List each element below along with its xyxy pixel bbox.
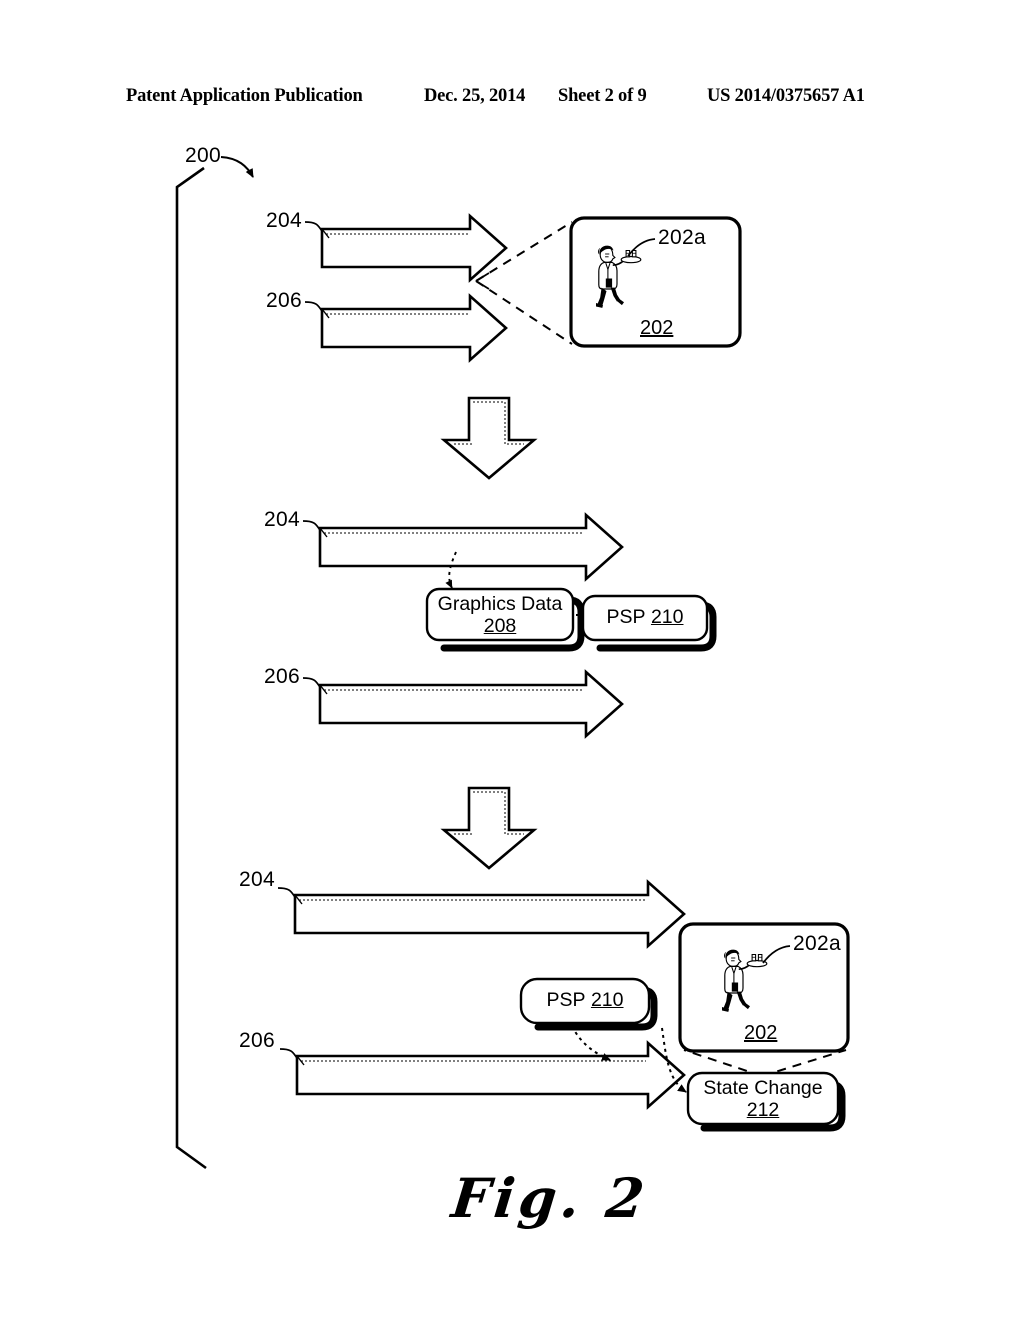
psp-stage2-title: PSP [606,606,646,628]
box-label-state-change: State Change 212 [688,1077,838,1122]
ref-label-206-stage3: 206 [239,1029,275,1052]
ref-label-200: 200 [185,144,221,167]
figure-drawing [175,156,850,1170]
ref-label-204-stage3: 204 [239,868,275,891]
leader-206-stage1 [304,301,323,312]
leader-204-stage1 [304,221,323,232]
block-arrow-204-stage3 [293,879,686,949]
leader-206-stage2 [302,677,321,688]
leader-204-stage2 [302,520,321,531]
block-arrow-206-stage3 [295,1040,686,1110]
ref-label-204-stage2: 204 [264,508,300,531]
block-arrow-206-stage2 [318,669,624,739]
leader-204-stage3 [277,887,296,898]
ref-label-202a-bottom: 202a [793,932,841,955]
ref-label-202-top: 202 [640,317,674,339]
ref-label-204-stage1: 204 [266,209,302,232]
ref-label-206-stage2: 206 [264,665,300,688]
psp-stage3-ref: 210 [590,989,624,1011]
block-arrow-204-stage1 [320,213,508,283]
transition-arrow-2 [440,786,538,870]
figure-caption: Fig. 2 [448,1166,652,1230]
psp-stage3-title: PSP [546,989,586,1011]
graphics-data-ref: 208 [483,615,517,638]
graphics-data-title: Graphics Data [437,593,563,615]
psp-stage2-ref: 210 [650,606,684,628]
ref-label-202-bottom: 202 [744,1022,778,1044]
state-change-ref: 212 [746,1099,780,1122]
state-change-title: State Change [703,1077,823,1099]
transition-arrow-1 [440,396,538,480]
box-label-psp-stage3: PSP 210 [521,989,649,1011]
patent-figure-2 [0,0,1024,1320]
leader-200 [220,156,254,178]
block-arrow-206-stage1 [320,293,508,363]
system-bracket-200 [175,166,207,1170]
block-arrow-204-stage2 [318,512,624,582]
ref-label-206-stage1: 206 [266,289,302,312]
leader-206-stage3 [279,1048,298,1059]
box-label-psp-stage2: PSP 210 [583,606,707,628]
ref-label-202a-top: 202a [658,226,706,249]
box-label-graphics-data: Graphics Data 208 [427,593,573,638]
